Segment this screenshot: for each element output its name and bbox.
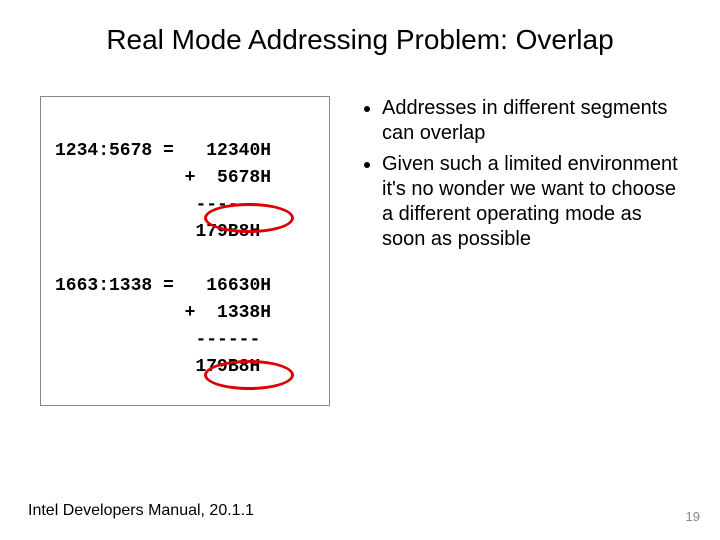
- page-number: 19: [686, 509, 700, 524]
- bullet-list: Addresses in different segments can over…: [360, 96, 680, 406]
- ex1-sep: ------: [55, 195, 260, 215]
- ex2-plus: + 1338H: [55, 303, 271, 323]
- bullet-item: Given such a limited environment it's no…: [382, 152, 680, 252]
- address-calc-box: 1234:5678 = 12340H + 5678H ------ 179B8H…: [40, 96, 330, 406]
- ex2-sep: ------: [55, 330, 260, 350]
- ex2-res: 179B8H: [55, 357, 260, 377]
- ex1-plus: + 5678H: [55, 168, 271, 188]
- slide-title: Real Mode Addressing Problem: Overlap: [0, 0, 720, 56]
- ex1-addr: 1234:5678 = 12340H: [55, 141, 271, 161]
- content-area: 1234:5678 = 12340H + 5678H ------ 179B8H…: [0, 56, 720, 406]
- ex1-res: 179B8H: [55, 222, 260, 242]
- ex2-addr: 1663:1338 = 16630H: [55, 276, 271, 296]
- footer-reference: Intel Developers Manual, 20.1.1: [28, 502, 254, 520]
- bullet-item: Addresses in different segments can over…: [382, 96, 680, 146]
